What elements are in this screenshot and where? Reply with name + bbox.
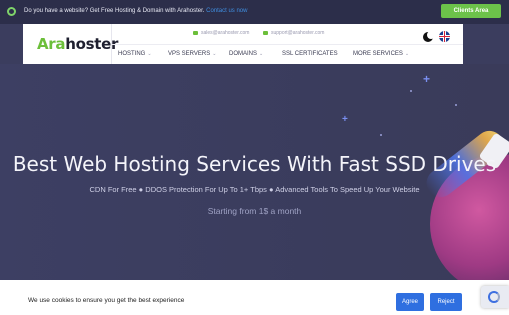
cookie-consent-bar: We use cookies to ensure you get the bes… xyxy=(0,280,509,315)
recaptcha-badge[interactable] xyxy=(481,286,509,308)
logo-part-ara: Ara xyxy=(37,35,66,53)
nav-hosting[interactable]: HOSTING ⌄ xyxy=(118,51,152,57)
dark-mode-icon[interactable] xyxy=(423,31,435,42)
site-header: Arahoster sales@arahoster.com support@ar… xyxy=(23,24,463,64)
nav-more-services[interactable]: MORE SERVICES ⌄ xyxy=(353,51,409,57)
nav-domains[interactable]: DOMAINS ⌄ xyxy=(229,51,263,57)
nav-domains-label: DOMAINS xyxy=(229,51,258,57)
agree-button[interactable]: Agree xyxy=(396,293,424,311)
contact-us-link[interactable]: Contact us now xyxy=(206,8,247,14)
sales-email-link[interactable]: sales@arahoster.com xyxy=(193,30,249,36)
recaptcha-icon xyxy=(488,291,500,303)
envelope-icon xyxy=(193,30,198,35)
nav-hosting-label: HOSTING xyxy=(118,51,146,57)
uk-flag-icon[interactable] xyxy=(439,31,450,42)
nav-ssl-certificates[interactable]: SSL CERTIFICATES xyxy=(282,51,338,57)
envelope-icon xyxy=(263,30,268,35)
sparkle-icon: + xyxy=(342,114,348,125)
star-dot xyxy=(455,104,457,106)
header-row-divider xyxy=(111,44,463,45)
nav-vps-label: VPS SERVERS xyxy=(168,51,211,57)
star-dot xyxy=(410,90,412,92)
hero-price: Starting from 1$ a month xyxy=(207,206,302,216)
hero-section: + + Best Web Hosting Services With Fast … xyxy=(0,64,509,280)
sparkle-icon: + xyxy=(423,72,431,86)
chevron-down-icon: ⌄ xyxy=(404,51,410,57)
check-circle-icon xyxy=(7,7,16,16)
reject-button[interactable]: Reject xyxy=(430,293,462,311)
cookie-message: We use cookies to ensure you get the bes… xyxy=(28,297,185,304)
star-dot xyxy=(380,134,382,136)
chevron-down-icon: ⌄ xyxy=(259,51,264,57)
sales-email-text: sales@arahoster.com xyxy=(201,30,250,36)
logo[interactable]: Arahoster xyxy=(37,35,118,53)
top-announcement-bar: Do you have a website? Get Free Hosting … xyxy=(0,0,509,24)
chevron-down-icon: ⌄ xyxy=(212,51,217,57)
nav-more-label: MORE SERVICES xyxy=(353,51,403,57)
nav-ssl-label: SSL CERTIFICATES xyxy=(282,51,338,57)
announcement-text: Do you have a website? Get Free Hosting … xyxy=(24,8,247,14)
chevron-down-icon: ⌄ xyxy=(147,51,152,57)
announcement-message: Do you have a website? Get Free Hosting … xyxy=(24,8,205,14)
hero-title: Best Web Hosting Services With Fast SSD … xyxy=(12,152,497,176)
support-email-link[interactable]: support@arahoster.com xyxy=(263,30,324,36)
hero-subtitle: CDN For Free ● DDOS Protection For Up To… xyxy=(89,185,420,194)
nav-vps-servers[interactable]: VPS SERVERS ⌄ xyxy=(168,51,216,57)
clients-area-button[interactable]: Clients Area xyxy=(441,4,501,18)
support-email-text: support@arahoster.com xyxy=(271,30,325,36)
